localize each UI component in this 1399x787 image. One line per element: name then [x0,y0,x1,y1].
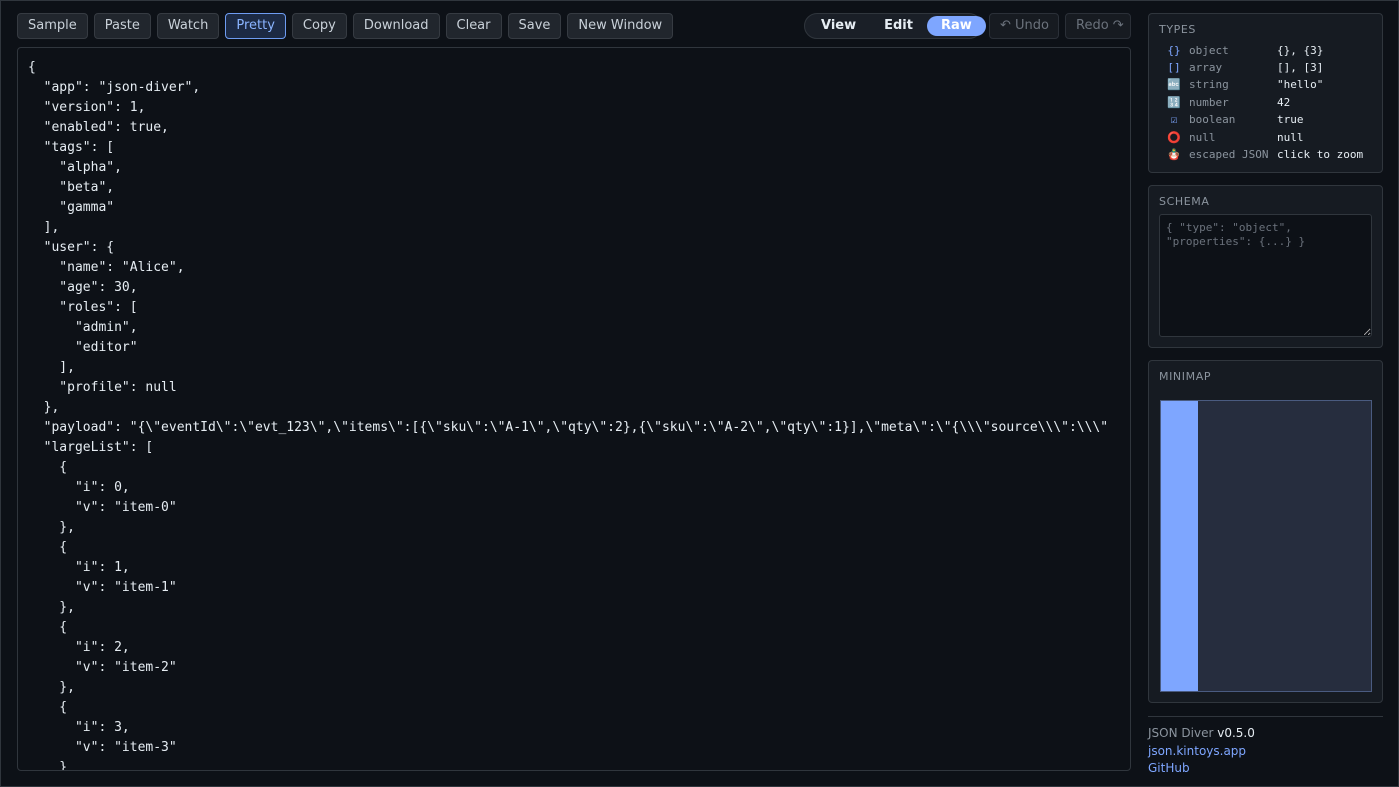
null-circle-icon: ⭕ [1167,131,1181,144]
footer-divider [1148,716,1383,717]
type-row-object: {} object {}, {3} [1159,42,1379,59]
type-example: [], [3] [1277,61,1324,74]
type-row-string: 🔤 string "hello" [1159,76,1379,93]
undo-button[interactable]: ↶ Undo [989,13,1059,39]
type-name: null [1189,131,1216,144]
view-mode-view[interactable]: View [807,16,870,36]
type-name: array [1189,61,1223,74]
type-row-null: ⭕ null null [1159,129,1379,146]
download-button[interactable]: Download [352,13,440,39]
clear-button[interactable]: Clear [445,13,502,39]
footer: JSON Diver v0.5.0 json.kintoys.app GitHu… [1148,725,1255,778]
type-example: 42 [1277,96,1291,109]
type-name: boolean [1189,113,1236,126]
minimap-canvas[interactable] [1160,400,1372,692]
pretty-button[interactable]: Pretty [225,13,286,39]
schema-input[interactable] [1159,214,1372,337]
checkbox-icon: ☑ [1170,113,1178,126]
paste-button[interactable]: Paste [93,13,151,39]
site-link[interactable]: json.kintoys.app [1148,743,1255,761]
github-link[interactable]: GitHub [1148,760,1255,778]
string-icon: 🔤 [1167,78,1181,91]
view-mode-raw[interactable]: Raw [926,16,986,36]
number-icon: 🔢 [1167,96,1181,109]
json-editor[interactable]: { "app": "json-diver", "version": 1, "en… [17,47,1131,771]
nesting-doll-icon: 🪆 [1167,148,1181,161]
app-name: JSON Diver [1148,726,1214,740]
type-example: click to zoom [1277,148,1364,161]
minimap-viewport-indicator[interactable] [1161,401,1198,691]
app-version-line: JSON Diver v0.5.0 [1148,725,1255,743]
minimap-panel-title: MINIMAP [1159,370,1212,383]
sample-button[interactable]: Sample [17,13,88,39]
type-name: escaped JSON [1189,148,1269,161]
type-row-number: 🔢 number 42 [1159,94,1379,111]
redo-button[interactable]: Redo ↷ [1065,13,1131,39]
type-example: "hello" [1277,78,1324,91]
type-row-array: [] array [], [3] [1159,59,1379,76]
type-row-escaped-json: 🪆 escaped JSON click to zoom [1159,146,1379,163]
type-name: string [1189,78,1229,91]
minimap-panel: MINIMAP [1148,360,1383,703]
object-icon: {} [1167,44,1181,57]
save-button[interactable]: Save [507,13,562,39]
type-name: number [1189,96,1229,109]
copy-button[interactable]: Copy [291,13,347,39]
type-row-boolean: ☑ boolean true [1159,111,1379,128]
types-panel-title: TYPES [1159,23,1197,36]
types-panel: TYPES {} object {}, {3} [] array [], [3]… [1148,13,1383,173]
schema-panel: SCHEMA [1148,185,1383,348]
view-mode-edit[interactable]: Edit [870,16,927,36]
type-example: null [1277,131,1304,144]
type-example: {}, {3} [1277,44,1324,57]
app-version: v0.5.0 [1217,726,1255,740]
array-icon: [] [1167,61,1181,74]
type-example: true [1277,113,1304,126]
type-name: object [1189,44,1229,57]
view-mode-toggle: View Edit Raw [804,13,986,39]
watch-button[interactable]: Watch [156,13,220,39]
schema-panel-title: SCHEMA [1159,195,1210,208]
json-editor-content[interactable]: { "app": "json-diver", "version": 1, "en… [28,58,1130,770]
new-window-button[interactable]: New Window [567,13,674,39]
toolbar: Sample Paste Watch Pretty Copy Download … [17,13,674,39]
